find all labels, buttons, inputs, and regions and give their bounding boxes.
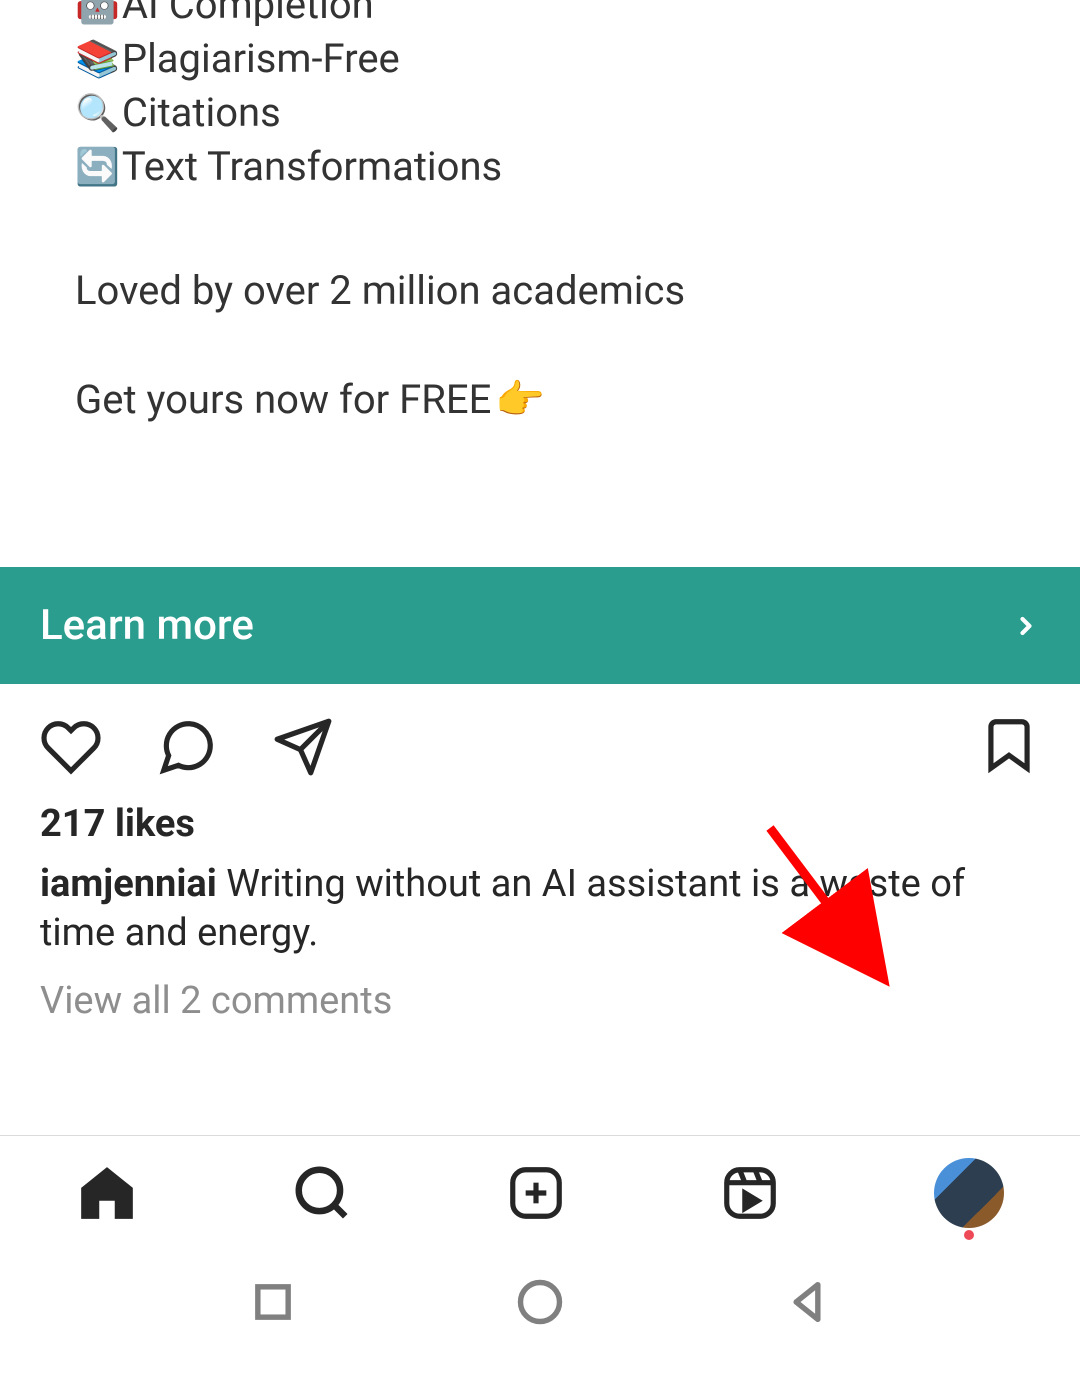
action-right-group: [978, 714, 1040, 780]
tagline-text: Loved by over 2 million academics: [75, 264, 1005, 318]
recent-apps-icon[interactable]: [247, 1276, 299, 1328]
feature-item: 🔄 Text Transformations: [75, 140, 1005, 194]
feature-label: Text Transformations: [122, 140, 502, 194]
comment-icon[interactable]: [156, 716, 218, 778]
magnifier-icon: 🔍: [75, 89, 120, 138]
cta-button-label: Learn more: [40, 601, 254, 650]
bookmark-icon[interactable]: [978, 714, 1040, 776]
likes-count[interactable]: 217 likes: [40, 802, 1040, 846]
feature-item: 📚 Plagiarism-Free: [75, 32, 1005, 86]
learn-more-button[interactable]: Learn more: [0, 567, 1080, 684]
feature-item: 🔍 Citations: [75, 86, 1005, 140]
post-caption: iamjenniai Writing without an AI assista…: [40, 860, 1040, 959]
action-left-group: [40, 716, 334, 778]
cta-label: Get yours now for FREE: [75, 373, 491, 427]
like-icon[interactable]: [40, 716, 102, 778]
search-icon[interactable]: [291, 1162, 353, 1224]
post-content-area: 🤖 AI Completion 📚 Plagiarism-Free 🔍 Cita…: [0, 0, 1080, 427]
reels-icon[interactable]: [719, 1162, 781, 1224]
create-icon[interactable]: [505, 1162, 567, 1224]
system-navigation: [0, 1252, 1080, 1352]
chevron-right-icon: [1012, 612, 1040, 640]
back-icon[interactable]: [781, 1276, 833, 1328]
post-action-bar: [0, 684, 1080, 802]
home-icon[interactable]: [76, 1162, 138, 1224]
notification-dot-icon: [964, 1230, 974, 1240]
feature-item: 🤖 AI Completion: [75, 0, 1005, 32]
home-system-icon[interactable]: [514, 1276, 566, 1328]
pointing-hand-icon: 👉: [495, 373, 545, 427]
feature-label: AI Completion: [122, 0, 374, 32]
books-icon: 📚: [75, 35, 120, 84]
refresh-icon: 🔄: [75, 143, 120, 192]
caption-username[interactable]: iamjenniai: [40, 862, 217, 906]
post-meta: 217 likes iamjenniai Writing without an …: [0, 802, 1080, 1023]
bottom-navigation: [0, 1135, 1080, 1250]
feature-label: Plagiarism-Free: [122, 32, 400, 86]
share-icon[interactable]: [272, 716, 334, 778]
cta-text: Get yours now for FREE 👉: [75, 373, 1005, 427]
feature-label: Citations: [122, 86, 281, 140]
robot-icon: 🤖: [75, 0, 120, 29]
view-comments-link[interactable]: View all 2 comments: [40, 979, 1040, 1023]
profile-tab[interactable]: [934, 1158, 1004, 1228]
feature-list: 🤖 AI Completion 📚 Plagiarism-Free 🔍 Cita…: [75, 0, 1005, 194]
